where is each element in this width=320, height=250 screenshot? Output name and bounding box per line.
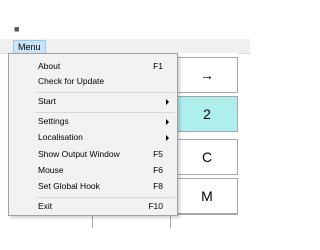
submenu-arrow-icon bbox=[166, 119, 169, 125]
menu-dropdown: About F1 Check for Update Start Settings… bbox=[8, 53, 178, 216]
submenu-arrow-icon bbox=[166, 135, 169, 141]
menu-item-localisation[interactable]: Localisation bbox=[9, 129, 177, 146]
menu-item-settings[interactable]: Settings bbox=[9, 113, 177, 130]
menu-item-show-output-window[interactable]: Show Output Window F5 bbox=[9, 146, 177, 163]
menu-item-check-for-update[interactable]: Check for Update bbox=[9, 73, 177, 90]
grid-line bbox=[92, 215, 93, 228]
menu-item-mouse[interactable]: Mouse F6 bbox=[9, 162, 177, 179]
menu-item-exit[interactable]: Exit F10 bbox=[9, 198, 177, 215]
grid-cell-highlighted[interactable]: 2 bbox=[176, 96, 238, 132]
menu-item-label: Localisation bbox=[38, 132, 83, 142]
menu-item-label: Mouse bbox=[38, 165, 64, 175]
menu-item-shortcut: F5 bbox=[153, 149, 163, 159]
menu-item-set-global-hook[interactable]: Set Global Hook F8 bbox=[9, 178, 177, 195]
grid-cell[interactable]: C bbox=[176, 139, 238, 175]
menu-item-label: Check for Update bbox=[38, 76, 105, 86]
grid-line bbox=[170, 215, 171, 228]
menu-item-label: Show Output Window bbox=[38, 149, 120, 159]
menu-item-start[interactable]: Start bbox=[9, 93, 177, 110]
menu-button[interactable]: Menu bbox=[13, 40, 46, 54]
grid-cell[interactable]: M bbox=[176, 178, 238, 214]
menu-item-label: Start bbox=[38, 96, 56, 106]
menu-item-label: Set Global Hook bbox=[38, 181, 100, 191]
title-bar: ■ bbox=[0, 0, 250, 39]
menu-item-label: Settings bbox=[38, 116, 69, 126]
grid-cell[interactable]: → bbox=[176, 57, 238, 93]
submenu-arrow-icon bbox=[166, 99, 169, 105]
app-icon: ■ bbox=[14, 24, 20, 34]
menu-item-shortcut: F10 bbox=[148, 201, 163, 211]
menu-item-shortcut: F8 bbox=[153, 181, 163, 191]
menu-item-label: Exit bbox=[38, 201, 53, 211]
menu-item-shortcut: F6 bbox=[153, 165, 163, 175]
